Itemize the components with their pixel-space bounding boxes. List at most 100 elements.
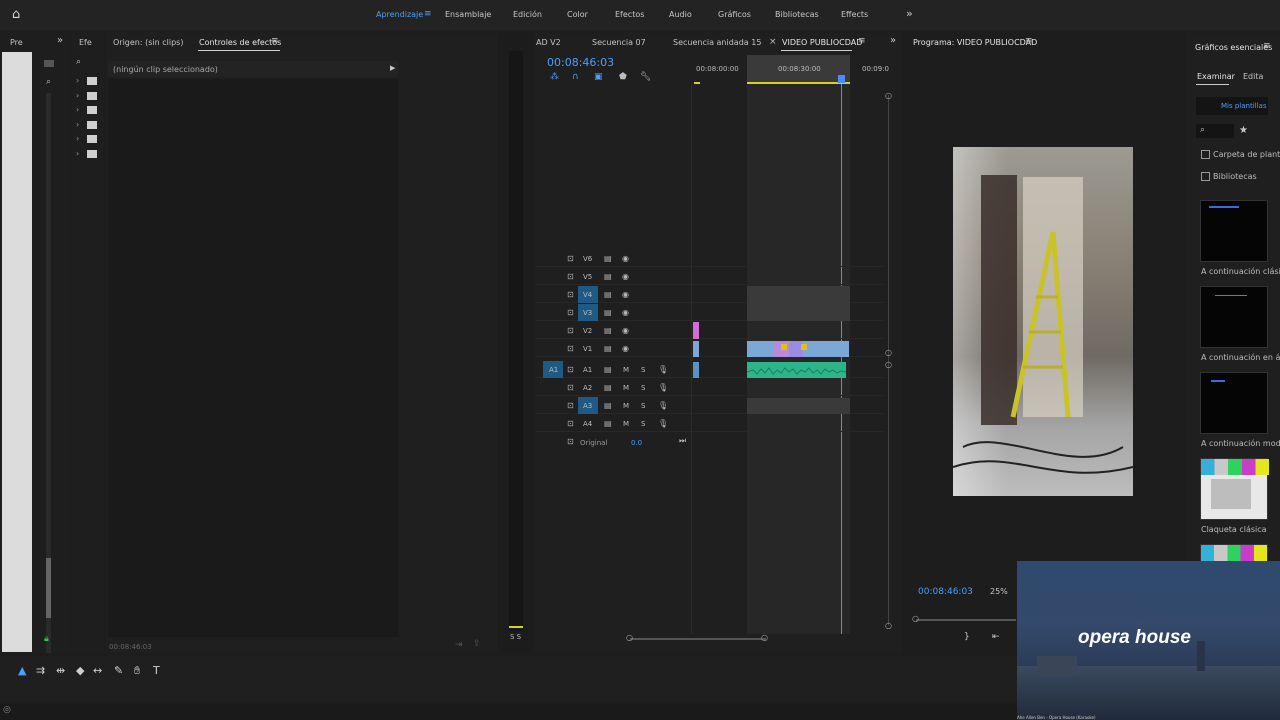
- v1-clip-start[interactable]: [693, 341, 699, 357]
- lock-icon[interactable]: ⊡: [567, 437, 574, 446]
- timeline-zoom-bar[interactable]: [630, 638, 766, 640]
- scroll-handle[interactable]: ○: [885, 621, 892, 630]
- microphone-icon[interactable]: 🎙︎: [658, 383, 668, 392]
- lock-icon[interactable]: ⊡: [567, 344, 574, 353]
- template-thumbnail[interactable]: [1200, 544, 1268, 562]
- lock-icon[interactable]: ⊡: [567, 326, 574, 335]
- project-scrollbar[interactable]: [46, 93, 51, 653]
- chevron-right-icon[interactable]: ›: [76, 105, 79, 114]
- expand-timeline-icon[interactable]: »: [890, 35, 896, 46]
- sync-lock-icon[interactable]: ▤: [604, 401, 612, 410]
- workspace-tab-aprendizaje[interactable]: Aprendizaje: [376, 10, 423, 19]
- timeline-timecode[interactable]: 00:08:46:03: [547, 56, 614, 69]
- eye-icon[interactable]: ◉: [622, 308, 629, 317]
- solo-button[interactable]: S: [641, 402, 645, 410]
- pen-tool-icon[interactable]: ✎: [114, 664, 123, 677]
- solo-button[interactable]: S: [641, 384, 645, 392]
- timeline-menu-icon[interactable]: ≡: [858, 36, 866, 46]
- timeline-tab-secuencia-07[interactable]: Secuencia 07: [592, 38, 646, 47]
- microphone-icon[interactable]: 🎙︎: [658, 401, 668, 410]
- eye-icon[interactable]: ◉: [622, 344, 629, 353]
- sync-lock-icon[interactable]: ▤: [604, 272, 612, 281]
- project-search-icon[interactable]: ⌕: [46, 77, 51, 87]
- eye-icon[interactable]: ◉: [622, 290, 629, 299]
- workspace-tab-effects[interactable]: Effects: [841, 10, 868, 19]
- template-thumbnail[interactable]: [1200, 286, 1268, 348]
- program-monitor-title[interactable]: Programa: VIDEO PUBLIOCDAD: [913, 38, 1037, 47]
- go-to-in-icon[interactable]: ⇤: [992, 632, 1000, 642]
- editar-tab[interactable]: Edita: [1243, 72, 1263, 81]
- workspace-menu-icon[interactable]: ≡: [424, 9, 432, 19]
- sync-lock-icon[interactable]: ▤: [604, 308, 612, 317]
- project-tab[interactable]: Pre: [10, 38, 23, 47]
- scroll-handle[interactable]: ○: [885, 91, 892, 100]
- effect-controls-tab[interactable]: Controles de efectos: [199, 38, 281, 47]
- panel-menu-icon[interactable]: ≡: [271, 36, 279, 46]
- essential-graphics-title[interactable]: Gráficos esenciales: [1195, 43, 1272, 52]
- timeline-tab-secuencia-anidada-15[interactable]: Secuencia anidada 15: [673, 38, 761, 47]
- linked-selection-icon[interactable]: ▣: [594, 72, 603, 82]
- workspace-tab-color[interactable]: Color: [567, 10, 588, 19]
- examinar-tab[interactable]: Examinar: [1197, 72, 1235, 81]
- project-list-icon[interactable]: [44, 60, 54, 67]
- workspace-tab-edicion[interactable]: Edición: [513, 10, 542, 19]
- sync-lock-icon[interactable]: ▤: [604, 344, 612, 353]
- scroll-handle[interactable]: ○: [885, 348, 892, 357]
- sync-lock-icon[interactable]: ▤: [604, 365, 612, 374]
- lock-icon[interactable]: ⊡: [567, 290, 574, 299]
- wrench-icon[interactable]: 🔧︎: [640, 72, 651, 82]
- workspace-tab-bibliotecas[interactable]: Bibliotecas: [775, 10, 819, 19]
- more-workspaces-icon[interactable]: »: [906, 7, 913, 20]
- carpeta-checkbox[interactable]: [1201, 150, 1210, 159]
- chevron-right-icon[interactable]: ›: [76, 134, 79, 143]
- mute-button[interactable]: M: [623, 420, 629, 428]
- timeline-tab-video-publiocdad[interactable]: VIDEO PUBLIOCDAD: [782, 38, 862, 47]
- mis-plantillas-button[interactable]: Mis plantillas: [1196, 97, 1268, 115]
- mute-button[interactable]: M: [623, 366, 629, 374]
- razor-tool-icon[interactable]: ◆: [76, 664, 84, 677]
- microphone-icon[interactable]: 🎙︎: [658, 365, 668, 374]
- template-thumbnail[interactable]: [1200, 372, 1268, 434]
- play-triangle-icon[interactable]: ▶: [390, 64, 395, 72]
- close-tab-icon[interactable]: ×: [769, 37, 777, 47]
- zoom-handle-left[interactable]: ○: [626, 633, 633, 642]
- mute-button[interactable]: M: [623, 384, 629, 392]
- lock-icon[interactable]: ⊡: [567, 308, 574, 317]
- v2-clip[interactable]: [693, 322, 699, 339]
- workspace-tab-efectos[interactable]: Efectos: [615, 10, 644, 19]
- original-value[interactable]: 0.0: [631, 439, 642, 447]
- time-ruler[interactable]: 00:08:00:00 00:08:30:00 00:09:0: [692, 55, 889, 85]
- program-scrub-handle[interactable]: ○: [912, 614, 919, 623]
- eye-icon[interactable]: ◉: [622, 326, 629, 335]
- program-timecode[interactable]: 00:08:46:03: [918, 587, 973, 597]
- go-to-end-icon[interactable]: ⏭: [679, 436, 686, 446]
- selection-tool-icon[interactable]: ▲: [18, 664, 26, 677]
- lock-icon[interactable]: ⊡: [567, 254, 574, 263]
- sync-lock-icon[interactable]: ▤: [604, 383, 612, 392]
- chevron-right-icon[interactable]: ›: [76, 91, 79, 100]
- chevron-right-icon[interactable]: ›: [76, 149, 79, 158]
- type-tool-icon[interactable]: T: [153, 664, 160, 677]
- effects-tab[interactable]: Efe: [79, 38, 92, 47]
- v1-clip[interactable]: [747, 341, 849, 357]
- workspace-tab-graficos[interactable]: Gráficos: [718, 10, 751, 19]
- source-tab[interactable]: Origen: (sin clips): [113, 38, 183, 47]
- mark-out-icon[interactable]: }: [964, 632, 970, 642]
- sync-lock-icon[interactable]: ▤: [604, 254, 612, 263]
- workspace-tab-ensamblaje[interactable]: Ensamblaje: [445, 10, 491, 19]
- snap-icon[interactable]: ⁂: [550, 72, 559, 82]
- track-a3-empty-clip[interactable]: [747, 398, 850, 414]
- mute-button[interactable]: M: [623, 402, 629, 410]
- program-menu-icon[interactable]: ≡: [1025, 36, 1033, 46]
- chevron-right-icon[interactable]: ›: [76, 120, 79, 129]
- magnet-icon[interactable]: ∩: [572, 72, 579, 82]
- lock-icon[interactable]: ⊡: [567, 419, 574, 428]
- workspace-tab-audio[interactable]: Audio: [669, 10, 692, 19]
- program-zoom-select[interactable]: 25%: [990, 587, 1008, 596]
- project-lock-icon[interactable]: 🔒︎: [44, 634, 49, 644]
- program-scrub-bar[interactable]: [916, 619, 1016, 621]
- export-icon[interactable]: ⇥: [455, 640, 463, 650]
- lock-icon[interactable]: ⊡: [567, 383, 574, 392]
- sync-lock-icon[interactable]: ▤: [604, 326, 612, 335]
- a1-clip-start[interactable]: [693, 362, 699, 378]
